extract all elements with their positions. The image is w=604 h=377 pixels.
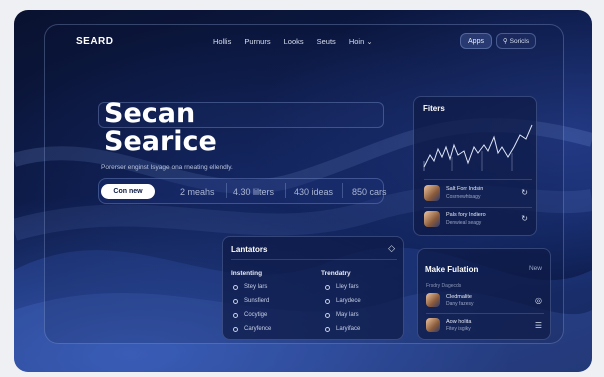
radio-icon (233, 284, 238, 290)
cta-button[interactable]: Con new (101, 184, 155, 199)
filters-panel: Fiters Salt Forr Indsin Cosrnewhtsagy ↻ … (413, 96, 537, 236)
fulation-item-sub: Dany fazesy (446, 301, 474, 307)
radio-icon (233, 312, 238, 318)
fulation-item[interactable]: Cledmalite Dany fazesy ◎ (426, 293, 546, 311)
fulation-item-name: Aow holita (446, 319, 472, 325)
new-link[interactable]: New (529, 265, 542, 272)
hero-subtitle: Porerser enginst Isyage ona rneating ell… (101, 164, 233, 171)
top-nav: Hollis Purnurs Looks Seuts Hoin ⌄ (213, 37, 373, 46)
filter-item-sub: Denwieal seagy (446, 220, 482, 226)
list-item[interactable]: Larydece (325, 298, 361, 304)
diamond-icon[interactable]: ◇ (388, 243, 395, 254)
stat-means: 2 meahs (180, 187, 215, 197)
list-item-label: Cocytige (244, 312, 268, 318)
camera-icon[interactable]: ◎ (535, 296, 542, 305)
avatar (426, 293, 440, 307)
stat-divider (342, 183, 343, 198)
filters-title: Fiters (423, 104, 445, 113)
hero-title-line1: Secan (104, 98, 196, 129)
list-item[interactable]: Cocytige (233, 312, 267, 318)
list-item[interactable]: Caryfence (233, 326, 271, 332)
fulation-subtitle: Frsdry Dagecds (426, 283, 462, 289)
list-item-label: Lley fars (336, 284, 359, 290)
radio-icon (233, 326, 238, 332)
list-item[interactable]: Lley fars (325, 284, 359, 290)
filter-item[interactable]: Pals fory Indiero Denwieal seagy ↻ (424, 211, 532, 231)
filter-item[interactable]: Salt Forr Indsin Cosrnewhtsagy ↻ (424, 185, 532, 205)
sparkline-line (423, 124, 533, 168)
search-icon: ⚲ (502, 38, 508, 45)
fulation-title: Make Fulation (425, 265, 479, 274)
divider (426, 313, 544, 314)
radio-icon (325, 284, 330, 290)
fulation-item[interactable]: Aow holita Fitey isgiky ☰ (426, 318, 546, 336)
column-header-instenting: Instenting (231, 270, 263, 277)
radio-icon (325, 312, 330, 318)
list-item-label: Stey lars (244, 284, 268, 290)
divider (424, 179, 532, 180)
list-item-label: Caryfence (244, 326, 272, 332)
list-item[interactable]: Stey lars (233, 284, 267, 290)
list-item-label: Larydece (336, 298, 361, 304)
nav-link-hollis[interactable]: Hollis (213, 37, 231, 46)
list-item-label: May lars (336, 312, 359, 318)
refresh-icon[interactable]: ↻ (521, 188, 528, 197)
list-item-label: Laryiface (336, 326, 361, 332)
list-icon[interactable]: ☰ (535, 321, 542, 330)
filter-item-name: Pals fory Indiero (446, 212, 486, 218)
nav-link-hoin[interactable]: Hoin ⌄ (349, 37, 373, 46)
hero-title-line2: Searice (104, 126, 217, 157)
stat-ideas: 430 ideas (294, 187, 334, 197)
list-item-label: Sunsfierd (244, 298, 270, 304)
nav-link-seuts[interactable]: Seuts (317, 37, 336, 46)
stat-divider (285, 183, 286, 198)
chevron-down-icon: ⌄ (366, 37, 373, 46)
filter-item-sub: Cosrnewhtsagy (446, 194, 481, 200)
lantators-title: Lantators (231, 245, 268, 254)
column-header-trendatry: Trendatry (321, 270, 351, 277)
make-fulation-panel: Make Fulation New Frsdry Dagecds Cledmal… (417, 248, 551, 340)
brand-logo[interactable]: SEARD (76, 36, 114, 47)
fulation-item-name: Cledmalite (446, 294, 472, 300)
stat-filters: 4.30 lilters (233, 187, 275, 197)
radio-icon (325, 298, 330, 304)
fulation-item-sub: Fitey isgiky (446, 326, 471, 332)
search-button-label: Soricls (509, 37, 530, 45)
divider (424, 207, 532, 208)
avatar (426, 318, 440, 332)
radio-icon (325, 326, 330, 332)
sparkline-chart (423, 124, 533, 171)
lantators-panel: Lantators ◇ Instenting Trendatry Stey la… (222, 236, 404, 340)
list-item[interactable]: Laryiface (325, 326, 360, 332)
search-button[interactable]: ⚲ Soricls (496, 33, 536, 49)
avatar (424, 185, 440, 201)
nav-link-hoin-label: Hoin (348, 37, 365, 46)
divider (231, 259, 397, 260)
filter-item-name: Salt Forr Indsin (446, 186, 484, 192)
avatar (424, 211, 440, 227)
radio-icon (233, 298, 238, 304)
refresh-icon[interactable]: ↻ (521, 214, 528, 223)
list-item[interactable]: May lars (325, 312, 359, 318)
stat-divider (226, 183, 227, 198)
stat-cars: 850 cars (352, 187, 387, 197)
nav-link-purnurs[interactable]: Purnurs (244, 37, 270, 46)
apps-button[interactable]: Apps (460, 33, 492, 49)
nav-link-looks[interactable]: Looks (284, 37, 304, 46)
list-item[interactable]: Sunsfierd (233, 298, 269, 304)
